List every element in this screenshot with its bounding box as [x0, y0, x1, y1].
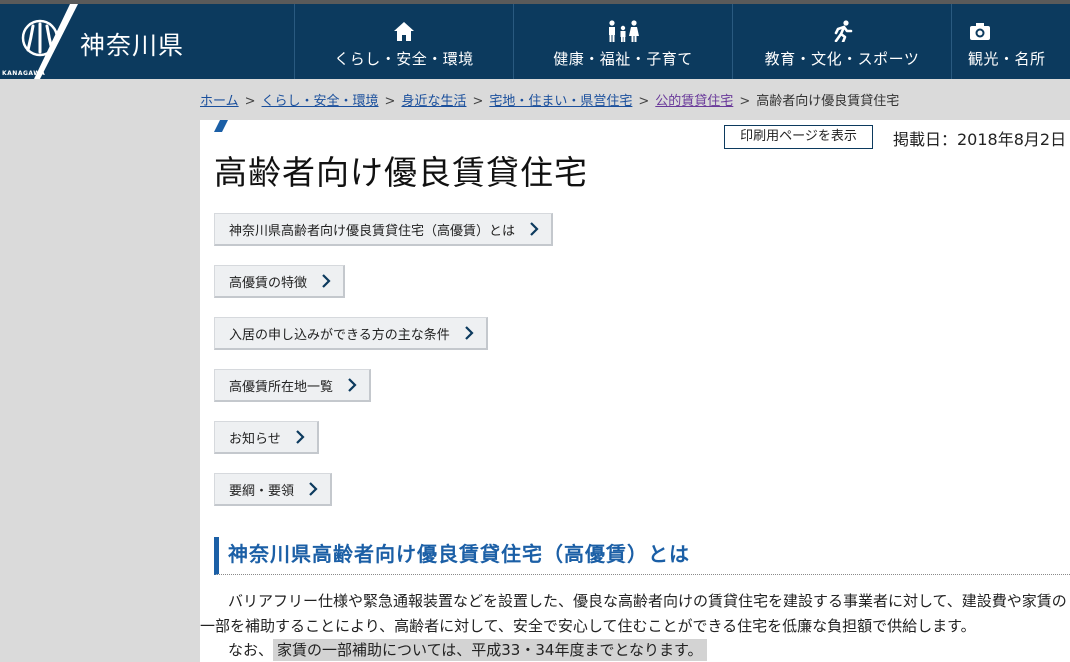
breadcrumb-link-living[interactable]: くらし・安全・環境 [262, 94, 379, 109]
nav-label: 健康・福祉・子育て [553, 50, 693, 68]
anchor-link-guidelines[interactable]: 要綱・要領 [214, 473, 333, 506]
section-heading: 神奈川県高齢者向け優良賃貸住宅（高優賃）とは [214, 537, 1070, 575]
logo-wordmark: KANAGAWA [2, 70, 46, 77]
nav-item-health[interactable]: 健康・福祉・子育て [513, 4, 732, 79]
breadcrumb-link-daily-life[interactable]: 身近な生活 [401, 94, 466, 109]
nav-item-tourism[interactable]: 観光・名所 [951, 4, 1070, 79]
anchor-link-conditions[interactable]: 入居の申し込みができる方の主な条件 [214, 317, 488, 350]
print-page-button[interactable]: 印刷用ページを表示 [724, 125, 873, 149]
title-accent-mark [214, 120, 228, 132]
kanagawa-emblem-icon[interactable] [20, 18, 60, 58]
main-content: 印刷用ページを表示 掲載日：2018年8月2日 高齢者向け優良賃貸住宅 神奈川県… [200, 120, 1070, 662]
chevron-right-icon [464, 326, 474, 340]
nav-item-living[interactable]: くらし・安全・環境 [294, 4, 513, 79]
published-date: 掲載日：2018年8月2日 [893, 130, 1067, 149]
family-icon [609, 20, 639, 42]
nav-label: 観光・名所 [968, 50, 1046, 68]
nav-label: くらし・安全・環境 [334, 50, 474, 68]
page-title: 高齢者向け優良賃貸住宅 [214, 153, 588, 192]
nav-item-education[interactable]: 教育・文化・スポーツ [732, 4, 951, 79]
chevron-right-icon [348, 378, 357, 392]
chevron-right-icon [322, 274, 331, 288]
highlighted-note: 家賃の一部補助については、平成33・34年度までとなります。 [273, 639, 707, 661]
breadcrumb-separator: > [739, 94, 751, 109]
anchor-label: お知らせ [229, 431, 281, 447]
paragraph-line: 一部を補助することにより、高齢者に対して、安全で安心して住むことができる住宅を低… [200, 617, 976, 635]
breadcrumb-current: 高齢者向け優良賃貸住宅 [756, 94, 900, 109]
anchor-label: 高優賃所在地一覧 [229, 379, 334, 395]
note-prefix: なお、 [228, 641, 274, 659]
chevron-right-icon [530, 222, 539, 236]
anchor-label: 入居の申し込みができる方の主な条件 [229, 327, 450, 343]
anchor-link-locations[interactable]: 高優賃所在地一覧 [214, 369, 372, 402]
chevron-right-icon [295, 430, 305, 444]
breadcrumb-separator: > [244, 94, 256, 109]
anchor-label: 高優賃の特徴 [229, 275, 308, 291]
breadcrumb-link-public-rental[interactable]: 公的賃貸住宅 [655, 94, 733, 109]
breadcrumb: ホーム > くらし・安全・環境 > 身近な生活 > 宅地・住まい・県営住宅 > 公的賃貸住宅 > 高… [200, 90, 899, 109]
anchor-link-news[interactable]: お知らせ [214, 421, 319, 454]
nav-label: 教育・文化・スポーツ [764, 50, 920, 68]
chevron-right-icon [309, 482, 318, 496]
paragraph-line: なお、 家賃の一部補助については、平成33・34年度までとなります。 [228, 639, 707, 661]
house-icon [394, 22, 414, 41]
camera-icon [970, 23, 990, 40]
breadcrumb-separator: > [472, 94, 484, 109]
breadcrumb-separator: > [384, 94, 396, 109]
anchor-label: 神奈川県高齢者向け優良賃貸住宅（高優賃）とは [229, 223, 516, 239]
site-name[interactable]: 神奈川県 [80, 26, 184, 62]
breadcrumb-link-housing[interactable]: 宅地・住まい・県営住宅 [489, 94, 632, 109]
anchor-label: 要綱・要領 [229, 483, 295, 499]
runner-icon [834, 20, 853, 42]
anchor-link-about[interactable]: 神奈川県高齢者向け優良賃貸住宅（高優賃）とは [214, 213, 554, 246]
paragraph-line: バリアフリー仕様や緊急通報装置などを設置した、優良な高齢者向けの賃貸住宅を建設す… [228, 592, 1067, 610]
anchor-link-features[interactable]: 高優賃の特徴 [214, 265, 346, 298]
breadcrumb-link-home[interactable]: ホーム [200, 94, 239, 109]
main-nav: くらし・安全・環境 健康・福祉・子育て 教育・文化・スポーツ 観光・名所 [294, 4, 1070, 79]
site-header: KANAGAWA 神奈川県 くらし・安全・環境 健康・福祉・子育て 教育・文化・… [0, 0, 1070, 79]
breadcrumb-separator: > [638, 94, 650, 109]
